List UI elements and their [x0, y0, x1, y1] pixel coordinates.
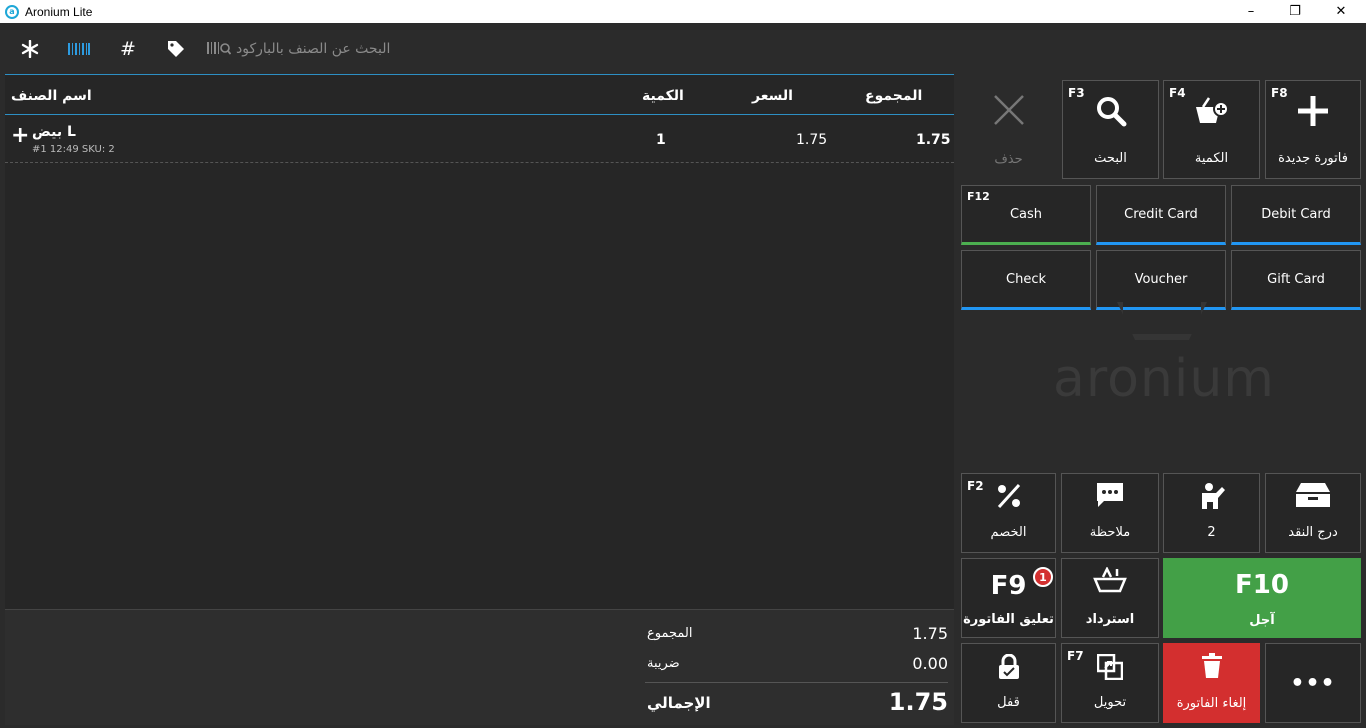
lock-icon: [962, 653, 1055, 688]
search-button[interactable]: F3 البحث: [1062, 80, 1159, 179]
minimize-button[interactable]: –: [1228, 0, 1274, 23]
check-button[interactable]: Check: [961, 250, 1091, 310]
item-quantity: 1: [656, 132, 666, 148]
app-logo-icon: a: [5, 4, 19, 19]
suspend-label: تعليق الفاتورة: [963, 612, 1054, 627]
header-item-name: اسم الصنف: [11, 88, 92, 104]
lock-label: قفل: [997, 695, 1020, 710]
watermark-logo-icon: [1117, 302, 1207, 340]
discount-button[interactable]: F2 الخصم: [961, 473, 1056, 553]
subtotal-value: 1.75: [912, 624, 948, 643]
customer-button[interactable]: 2: [1163, 473, 1260, 553]
check-label: Check: [1006, 271, 1046, 287]
more-options-button[interactable]: •••: [1265, 643, 1361, 723]
customer-label: 2: [1207, 525, 1216, 540]
voucher-button[interactable]: Voucher: [1096, 250, 1226, 310]
cash-fkey: F12: [967, 190, 990, 203]
divider: [645, 682, 948, 683]
tax-label: ضريبة: [647, 656, 680, 671]
transfer-icon: [1062, 653, 1158, 688]
barcode-search-input[interactable]: البحث عن الصنف بالباركود: [207, 37, 507, 61]
voucher-label: Voucher: [1134, 271, 1188, 287]
search-label: البحث: [1094, 151, 1127, 166]
pay-later-button[interactable]: F10 آجل: [1163, 558, 1361, 638]
close-icon: [961, 94, 1056, 134]
grand-total-value: 1.75: [888, 688, 948, 716]
item-total: 1.75: [916, 132, 951, 148]
quantity-button[interactable]: F4 الكمية: [1163, 80, 1260, 179]
debit-card-label: Debit Card: [1261, 206, 1331, 222]
grand-total-label: الإجمالي: [647, 694, 711, 712]
trash-icon: [1163, 653, 1260, 687]
note-button[interactable]: ملاحظة: [1061, 473, 1159, 553]
search-placeholder: البحث عن الصنف بالباركود: [236, 41, 391, 57]
watermark: aronium: [1053, 349, 1275, 409]
close-button[interactable]: ✕: [1318, 0, 1364, 23]
item-price: 1.75: [796, 132, 828, 148]
refund-icon: [1062, 566, 1158, 601]
pay-later-label: آجل: [1249, 613, 1275, 628]
refund-label: استرداد: [1085, 612, 1135, 627]
note-label: ملاحظة: [1089, 525, 1131, 540]
void-invoice-button[interactable]: إلغاء الفاتورة: [1163, 643, 1260, 723]
tag-icon[interactable]: [166, 37, 186, 61]
new-invoice-button[interactable]: F8 فاتورة جديدة: [1265, 80, 1361, 179]
pay-later-fkey: F10: [1235, 570, 1289, 600]
gift-card-label: Gift Card: [1267, 271, 1325, 287]
more-icon: •••: [1290, 670, 1336, 696]
window-title: Aronium Lite: [25, 4, 93, 19]
cash-drawer-label: درج النقد: [1288, 525, 1338, 540]
asterisk-icon[interactable]: [20, 37, 40, 61]
header-price: السعر: [752, 88, 793, 104]
lock-button[interactable]: قفل: [961, 643, 1056, 723]
discount-label: الخصم: [990, 525, 1027, 540]
basket-add-icon: [1164, 95, 1259, 135]
header-total: المجموع: [865, 88, 923, 104]
suspended-count-badge: 1: [1033, 567, 1053, 587]
tax-value: 0.00: [912, 654, 948, 673]
maximize-button[interactable]: ❐: [1272, 0, 1318, 23]
toolbar: # البحث عن الصنف بالباركود: [0, 23, 1366, 75]
cash-drawer-button[interactable]: درج النقد: [1265, 473, 1361, 553]
invoice-items-panel: اسم الصنف الكمية السعر المجموع + بيض L #…: [5, 74, 954, 725]
void-invoice-label: إلغاء الفاتورة: [1176, 696, 1247, 711]
actions-panel: حذف F3 البحث F4 الكمية F8 فاتورة جديدة F…: [955, 74, 1366, 728]
refund-button[interactable]: استرداد: [1061, 558, 1159, 638]
credit-card-label: Credit Card: [1124, 206, 1198, 222]
new-invoice-label: فاتورة جديدة: [1278, 151, 1348, 166]
delete-label: حذف: [994, 152, 1023, 167]
plus-icon: [1266, 95, 1360, 135]
barcode-icon[interactable]: [68, 37, 90, 61]
suspend-invoice-button[interactable]: F9 1 تعليق الفاتورة: [961, 558, 1056, 638]
quantity-label: الكمية: [1194, 151, 1229, 166]
hash-icon[interactable]: #: [118, 37, 138, 61]
gift-card-button[interactable]: Gift Card: [1231, 250, 1361, 310]
search-icon: [1063, 95, 1158, 135]
table-row[interactable]: + بيض L #1 12:49 SKU: 2 1 1.75 1.75: [5, 117, 954, 163]
transfer-label: تحويل: [1093, 695, 1127, 710]
debit-card-button[interactable]: Debit Card: [1231, 185, 1361, 245]
cash-drawer-icon: [1266, 482, 1360, 516]
item-meta: #1 12:49 SKU: 2: [32, 144, 115, 155]
credit-card-button[interactable]: Credit Card: [1096, 185, 1226, 245]
item-name: بيض L: [32, 124, 76, 140]
table-header: اسم الصنف الكمية السعر المجموع: [5, 75, 954, 115]
barcode-search-icon: [207, 42, 231, 55]
cash-button[interactable]: F12 Cash: [961, 185, 1091, 245]
transfer-button[interactable]: F7 تحويل: [1061, 643, 1159, 723]
totals-panel: المجموع 1.75 ضريبة 0.00 الإجمالي 1.75: [5, 609, 954, 725]
expand-icon[interactable]: +: [11, 125, 29, 147]
percent-icon: [962, 482, 1055, 518]
delete-button[interactable]: حذف: [961, 80, 1056, 179]
comment-icon: [1062, 482, 1158, 516]
customer-icon: [1164, 482, 1259, 518]
cash-label: Cash: [1009, 206, 1043, 222]
subtotal-label: المجموع: [647, 626, 693, 641]
header-quantity: الكمية: [642, 88, 684, 104]
title-bar: a Aronium Lite – ❐ ✕: [0, 0, 1366, 23]
